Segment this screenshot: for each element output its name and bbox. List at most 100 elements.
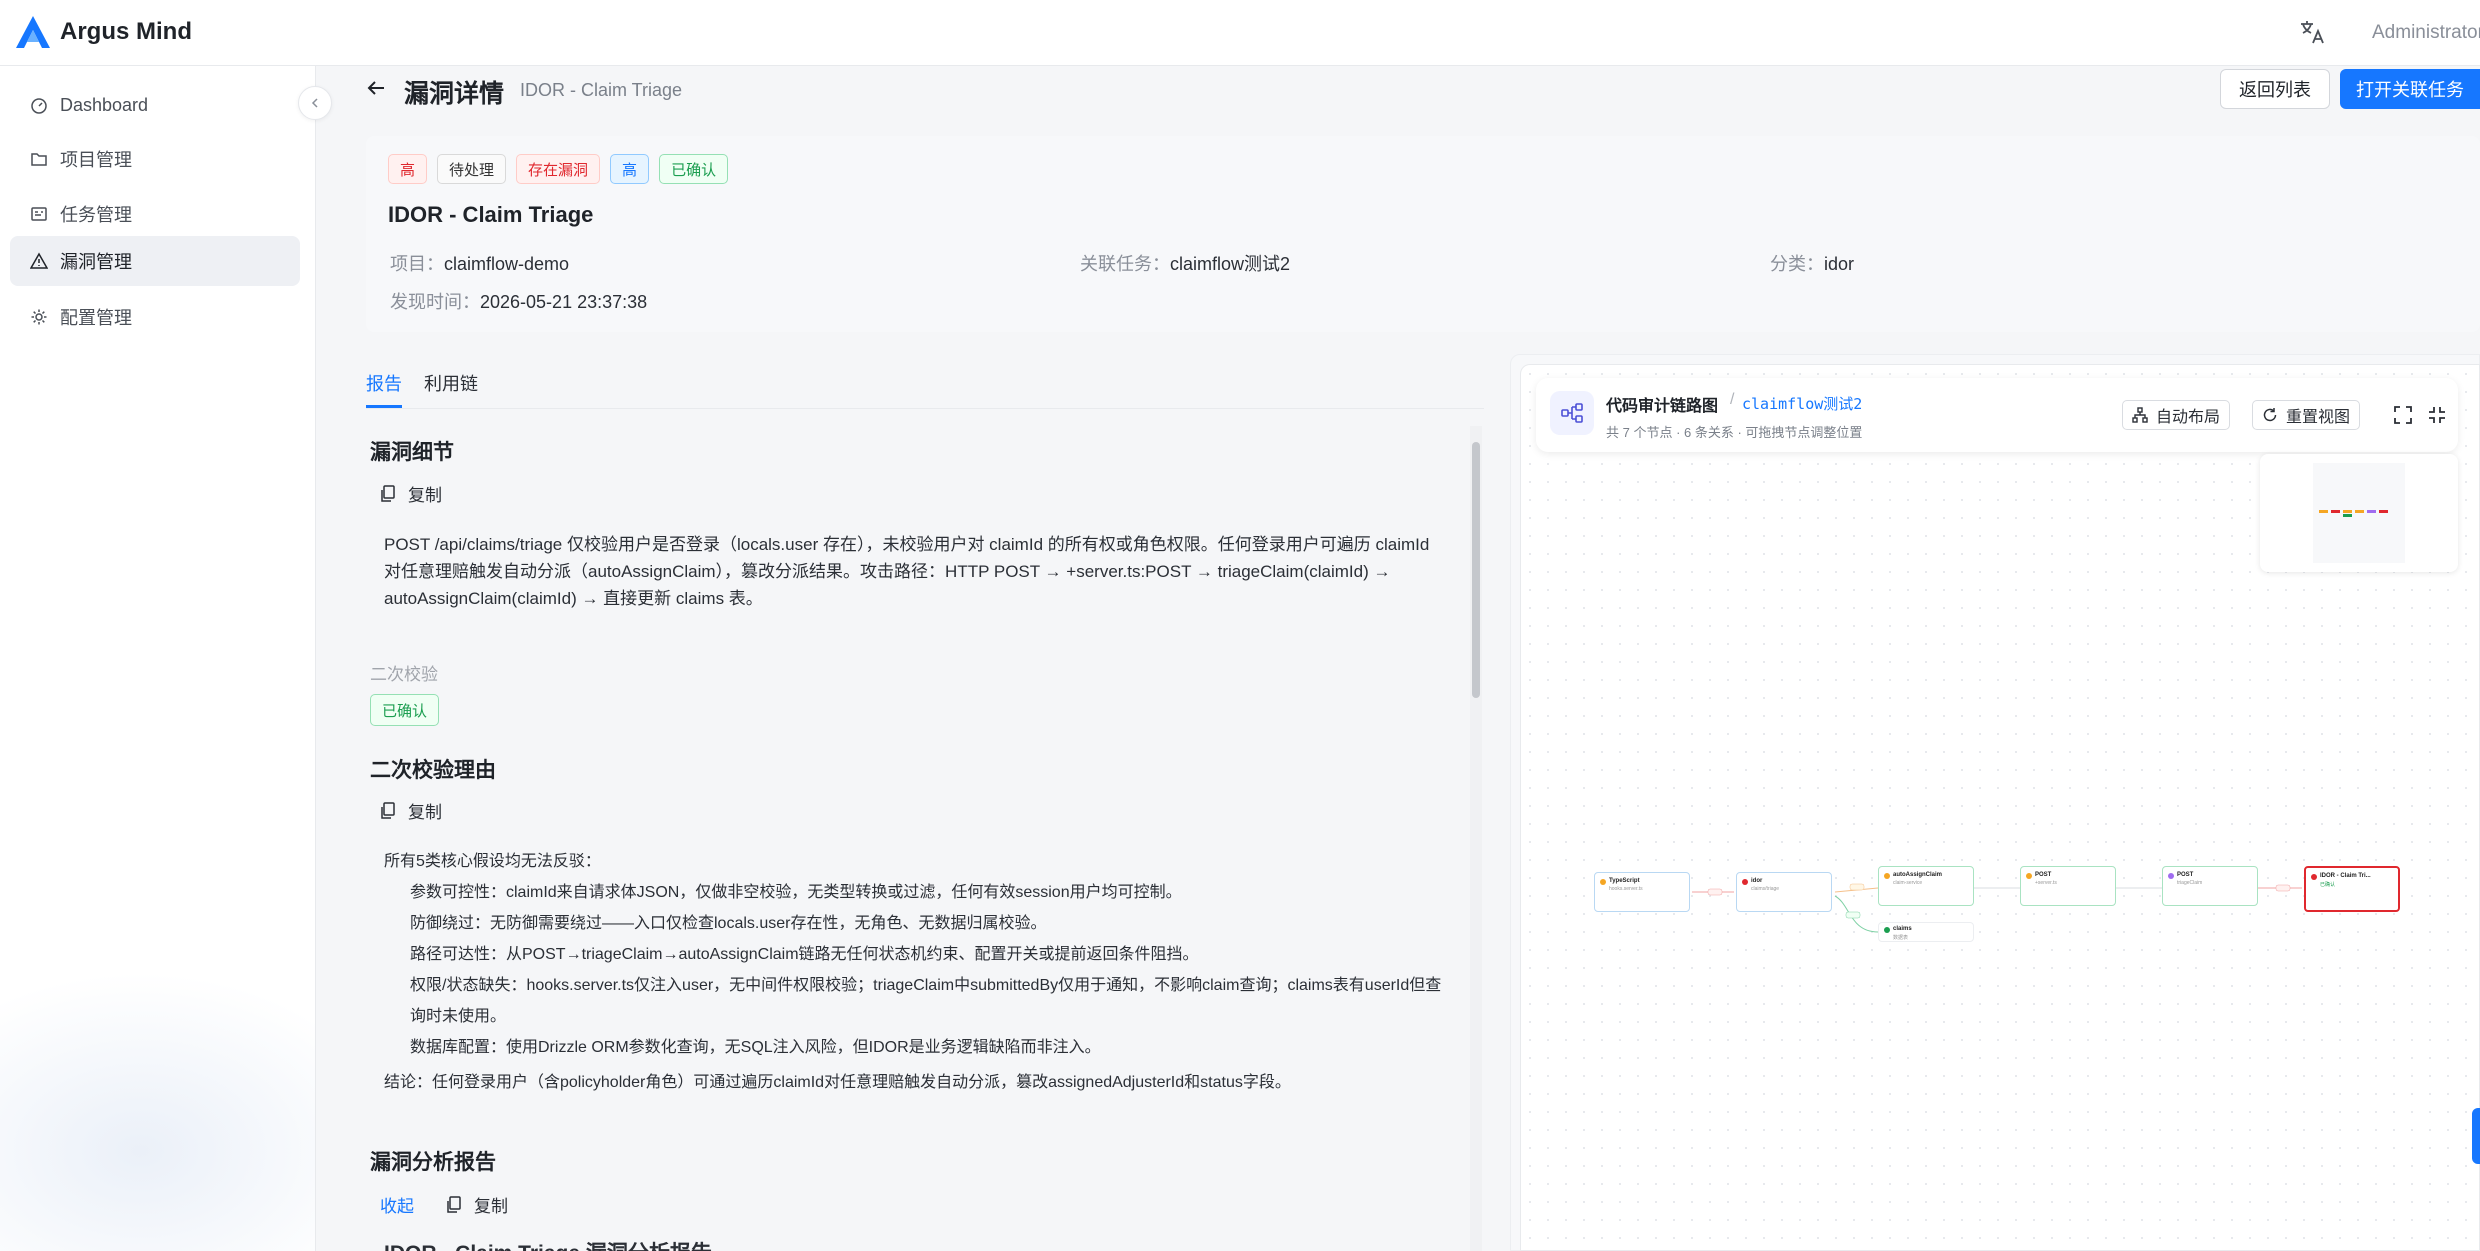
sidebar-item-vulns[interactable]: 漏洞管理	[10, 236, 300, 286]
tab-divider	[366, 408, 1484, 409]
node-subtitle: +server.ts	[2035, 880, 2057, 886]
sidebar-item-label: 任务管理	[60, 205, 132, 225]
copy-label: 复制	[408, 486, 442, 505]
category-value: idor	[1824, 254, 1855, 274]
tab-report[interactable]: 报告	[366, 370, 402, 396]
copy-icon	[447, 1195, 461, 1213]
back-to-list-button[interactable]: 返回列表	[2220, 69, 2330, 109]
node-title: IDOR - Claim Tri...	[2320, 873, 2371, 879]
node-type-icon	[2026, 873, 2032, 879]
reason-heading: 二次校验理由	[370, 759, 496, 782]
graph-node[interactable]: TypeScript hooks.server.ts	[1594, 872, 1690, 912]
sidebar: Dashboard 项目管理 任务管理 漏洞管理 配置管理	[0, 66, 316, 1251]
node-title: POST	[2177, 872, 2194, 878]
report-content: 漏洞细节 复制 POST /api/claims/triage 仅校验用户是否登…	[366, 424, 1466, 1251]
sidebar-item-dashboard[interactable]: Dashboard	[10, 80, 300, 130]
sidebar-item-settings[interactable]: 配置管理	[10, 292, 300, 342]
graph-minimap[interactable]	[2260, 454, 2458, 572]
category-field: 分类：idor	[1770, 250, 1854, 276]
confirmed-tag: 已确认	[659, 154, 729, 184]
reset-view-button[interactable]: 重置视图	[2252, 400, 2361, 430]
auto-layout-button[interactable]: 自动布局	[2122, 400, 2231, 430]
reason-panel: 所有5类核心假设均无法反驳： 参数可控性：claimId来自请求体JSON，仅做…	[370, 836, 1464, 1120]
reason-item: 防御绕过：无防御需要绕过——入口仅检查locals.user存在性，无角色、无数…	[410, 915, 1047, 932]
back-arrow-icon[interactable]	[364, 76, 388, 100]
node-title: claims	[1893, 926, 1912, 932]
node-type-icon	[1884, 873, 1890, 879]
graph-meta: 共 7 个节点 · 6 条关系 · 可拖拽节点调整位置	[1606, 425, 1863, 440]
found-time-label: 发现时间：	[390, 292, 480, 312]
warning-icon	[30, 252, 48, 269]
tab-exploit-chain[interactable]: 利用链	[424, 370, 478, 396]
copy-details-button[interactable]: 复制	[380, 481, 442, 506]
minimap-node	[2355, 510, 2364, 513]
sidebar-collapse-button[interactable]	[298, 86, 332, 120]
node-subtitle: hooks.server.ts	[1609, 886, 1643, 892]
node-title: POST	[2035, 872, 2052, 878]
category-label: 分类：	[1770, 254, 1824, 274]
graph-task-name: claimflow测试2	[1742, 395, 1863, 413]
node-title: autoAssignClaim	[1893, 872, 1943, 878]
side-drawer-handle[interactable]	[2472, 1108, 2480, 1164]
task-label: 关联任务：	[1080, 254, 1170, 274]
layout-icon	[2132, 407, 2148, 423]
sidebar-item-label: 项目管理	[60, 150, 132, 170]
tag-list: 高 待处理 存在漏洞 高 已确认	[388, 154, 729, 184]
project-label: 项目：	[390, 254, 444, 274]
user-name[interactable]: Administrator	[2372, 22, 2480, 44]
minimap-node	[2343, 510, 2352, 513]
top-bar: Argus Mind Administrator	[0, 0, 2480, 66]
copy-analysis-button[interactable]: 复制	[446, 1192, 508, 1217]
details-panel: POST /api/claims/triage 仅校验用户是否登录（locals…	[370, 520, 1464, 622]
graph-node[interactable]: claims 数据表	[1878, 922, 1974, 942]
graph-title: 代码审计链路图	[1606, 398, 1719, 415]
graph-node-vuln[interactable]: IDOR - Claim Tri... 已确认	[2304, 866, 2400, 912]
graph-node[interactable]: autoAssignClaim claim-service	[1878, 866, 1974, 906]
minimap-viewport	[2313, 463, 2405, 563]
project-field: 项目：claimflow-demo	[390, 250, 569, 276]
minimap-node	[2367, 510, 2376, 513]
graph-node[interactable]: POST +server.ts	[2020, 866, 2116, 906]
details-heading: 漏洞细节	[370, 441, 454, 464]
node-subtitle: claim-service	[1893, 880, 1923, 886]
shrink-icon[interactable]	[2426, 404, 2448, 426]
found-time-field: 发现时间：2026-05-21 23:37:38	[390, 288, 647, 314]
sidebar-item-projects[interactable]: 项目管理	[10, 134, 300, 184]
edge-label	[1707, 888, 1723, 896]
reason-item: 权限/状态缺失：hooks.server.ts仅注入user，无中间件权限校验；…	[410, 977, 1442, 1025]
reason-item: 路径可达性：从POST→triageClaim→autoAssignClaim链…	[410, 946, 1199, 963]
copy-reason-button[interactable]: 复制	[380, 798, 442, 823]
node-type-icon	[1600, 879, 1606, 885]
analysis-panel: IDOR - Claim Triage 漏洞分析报告	[370, 1228, 1464, 1251]
edge-label	[1849, 883, 1865, 891]
sidebar-item-label: 配置管理	[60, 308, 132, 328]
edge-label	[2275, 884, 2291, 892]
graph-node[interactable]: idor claims/triage	[1736, 872, 1832, 912]
fullscreen-icon[interactable]	[2392, 404, 2414, 426]
graph-header: 代码审计链路图 / claimflow测试2 共 7 个节点 · 6 条关系 ·…	[1536, 378, 2458, 452]
graph-node[interactable]: POST triageClaim	[2162, 866, 2258, 906]
translate-icon[interactable]	[2298, 18, 2326, 46]
reason-item: 数据库配置：使用Drizzle ORM参数化查询，无SQL注入风险，但IDOR是…	[410, 1039, 1101, 1056]
gear-icon	[31, 309, 47, 325]
minimap-node	[2319, 510, 2328, 513]
sidebar-item-tasks[interactable]: 任务管理	[10, 189, 300, 239]
argus-logo-icon	[16, 16, 50, 48]
node-subtitle: claims/triage	[1751, 886, 1780, 892]
open-task-button[interactable]: 打开关联任务	[2340, 69, 2480, 109]
minimap-node	[2331, 510, 2340, 513]
refresh-icon	[2263, 408, 2277, 422]
sidebar-item-label: 漏洞管理	[60, 252, 132, 272]
reset-view-label: 重置视图	[2286, 409, 2351, 426]
copy-icon	[381, 484, 395, 502]
dashboard-icon	[31, 98, 47, 114]
minimap-node	[2343, 514, 2352, 517]
collapse-analysis-button[interactable]: 收起	[380, 1192, 414, 1217]
content-scrollbar-thumb[interactable]	[1472, 442, 1480, 698]
schedule-icon	[31, 207, 47, 221]
brand-name: Argus Mind	[60, 18, 192, 45]
node-subtitle: triageClaim	[2177, 880, 2203, 886]
recheck-status-tag: 已确认	[370, 694, 440, 726]
reason-conclusion: 结论：任何登录用户（含policyholder角色）可通过遍历claimId对任…	[384, 1074, 1291, 1091]
minimap-node	[2379, 510, 2388, 513]
